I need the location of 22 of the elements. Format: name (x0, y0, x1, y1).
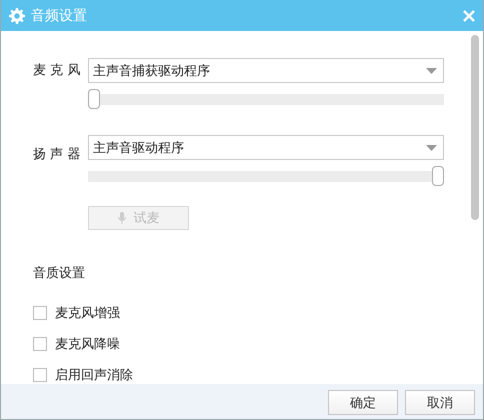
checkbox-label: 麦克风增强 (55, 305, 120, 322)
checkbox[interactable] (33, 337, 47, 351)
checkbox[interactable] (33, 368, 47, 382)
checkbox[interactable] (33, 306, 47, 320)
device-label: 扬 声 器 (33, 146, 78, 164)
section-title: 音质设置 (33, 265, 86, 282)
gear-icon (9, 8, 25, 24)
dropdown-arrow-icon (426, 144, 437, 150)
cancel-button[interactable]: 取消 (405, 390, 475, 415)
checkbox-label: 麦克风降噪 (55, 336, 120, 353)
slider-thumb[interactable] (432, 166, 444, 186)
checkbox-label: 启用回声消除 (55, 367, 133, 384)
device-label: 麦 克 风 (33, 62, 78, 80)
microphone-icon (118, 212, 126, 224)
dropdown-arrow-icon (426, 68, 437, 74)
window-title: 音频设置 (31, 6, 88, 24)
close-icon[interactable] (463, 10, 475, 22)
ok-button[interactable]: 确定 (328, 390, 398, 415)
device-select[interactable]: 主声音捕获驱动程序 (88, 58, 444, 83)
device-select[interactable]: 主声音驱动程序 (88, 135, 444, 160)
slider-thumb[interactable] (88, 89, 100, 109)
scrollbar-thumb[interactable] (471, 35, 479, 220)
